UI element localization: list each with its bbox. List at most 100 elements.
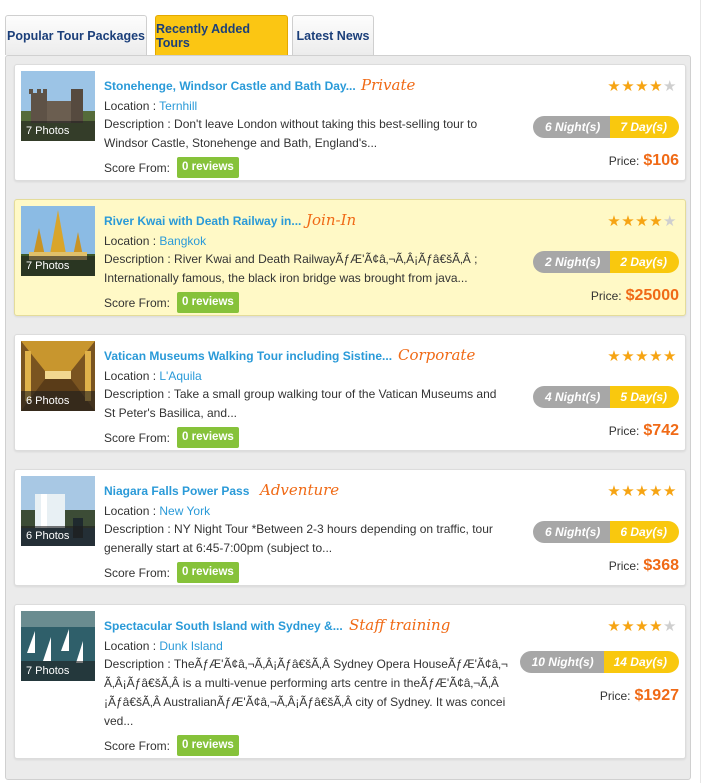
tour-title-link[interactable]: Niagara Falls Power Pass	[104, 484, 249, 498]
nights-label: 2 Night(s)	[532, 251, 611, 273]
tour-category: Join-In	[306, 211, 357, 229]
tour-thumbnail[interactable]: 6 Photos	[21, 476, 95, 546]
tour-price: Price: $106	[608, 152, 679, 169]
score-label: Score From:	[104, 566, 171, 580]
location-link[interactable]: Dunk Island	[159, 639, 222, 653]
rating-stars: ★★★★★	[607, 212, 677, 230]
tab-popular-tour-packages[interactable]: Popular Tour Packages	[5, 15, 147, 55]
nights-label: 6 Night(s)	[532, 521, 611, 543]
score-label: Score From:	[104, 296, 171, 310]
location-link[interactable]: New York	[159, 504, 210, 518]
tour-thumbnail[interactable]: 7 Photos	[21, 611, 95, 681]
tour-category: Private	[361, 76, 416, 94]
tour-price: Price: $742	[608, 422, 679, 439]
duration-pill: 6 Night(s) 6 Day(s)	[532, 521, 679, 543]
price-value: $106	[643, 152, 679, 169]
location-link[interactable]: Ternhill	[159, 99, 197, 113]
star-filled-icon: ★	[621, 348, 636, 365]
star-filled-icon: ★	[621, 213, 636, 230]
star-empty-icon: ★	[663, 213, 677, 230]
star-filled-icon: ★	[663, 483, 677, 500]
price-value: $742	[643, 422, 679, 439]
star-filled-icon: ★	[663, 348, 677, 365]
star-filled-icon: ★	[607, 483, 622, 500]
days-label: 14 Day(s)	[603, 651, 679, 673]
location-link[interactable]: L'Aquila	[159, 369, 201, 383]
tour-description: Description : TheÃƒÆ'Ã¢â‚¬Ã‚Â¡Ãƒâ€šÃ‚Â S…	[104, 657, 508, 728]
days-label: 7 Day(s)	[610, 116, 679, 138]
score-label: Score From:	[104, 431, 171, 445]
photo-count: 6 Photos	[21, 526, 95, 546]
tour-location: Location : Bangkok	[104, 234, 207, 248]
rating-stars: ★★★★★	[607, 77, 677, 95]
star-filled-icon: ★	[649, 618, 664, 635]
star-filled-icon: ★	[635, 78, 650, 95]
duration-pill: 10 Night(s) 14 Day(s)	[519, 651, 679, 673]
star-filled-icon: ★	[621, 483, 636, 500]
tour-description: Description : River Kwai and Death Railw…	[104, 252, 478, 285]
tour-description: Description : Take a small group walking…	[104, 387, 497, 420]
days-label: 5 Day(s)	[610, 386, 679, 408]
star-filled-icon: ★	[607, 78, 622, 95]
star-empty-icon: ★	[663, 618, 677, 635]
tour-price: Price: $1927	[599, 687, 680, 704]
tour-thumbnail[interactable]: 6 Photos	[21, 341, 95, 411]
star-filled-icon: ★	[621, 618, 636, 635]
location-link[interactable]: Bangkok	[159, 234, 206, 248]
tour-card: 7 Photos River Kwai with Death Railway i…	[14, 199, 686, 316]
rating-stars: ★★★★★	[607, 347, 677, 365]
tour-thumbnail[interactable]: 7 Photos	[21, 206, 95, 276]
tour-location: Location : Dunk Island	[104, 639, 223, 653]
score-label: Score From:	[104, 161, 171, 175]
reviews-badge[interactable]: 0 reviews	[177, 427, 239, 448]
days-label: 2 Day(s)	[610, 251, 679, 273]
reviews-badge[interactable]: 0 reviews	[177, 735, 239, 756]
photo-count: 7 Photos	[21, 256, 95, 276]
star-filled-icon: ★	[635, 348, 650, 365]
star-filled-icon: ★	[649, 78, 664, 95]
tour-location: Location : L'Aquila	[104, 369, 202, 383]
tour-description: Description : NY Night Tour *Between 2-3…	[104, 522, 493, 555]
tour-card: 7 Photos Spectacular South Island with S…	[14, 604, 686, 759]
duration-pill: 4 Night(s) 5 Day(s)	[532, 386, 679, 408]
score-label: Score From:	[104, 739, 171, 753]
tour-category: Staff training	[349, 616, 451, 634]
tour-title-link[interactable]: Stonehenge, Windsor Castle and Bath Day.…	[104, 79, 356, 93]
tour-card: 6 Photos Vatican Museums Walking Tour in…	[14, 334, 686, 451]
star-filled-icon: ★	[635, 213, 650, 230]
tour-list-panel: 7 Photos Stonehenge, Windsor Castle and …	[5, 55, 691, 780]
photo-count: 7 Photos	[21, 661, 95, 681]
tour-thumbnail[interactable]: 7 Photos	[21, 71, 95, 141]
star-filled-icon: ★	[649, 348, 664, 365]
reviews-badge[interactable]: 0 reviews	[177, 157, 239, 178]
days-label: 6 Day(s)	[610, 521, 679, 543]
tour-category: Corporate	[398, 346, 476, 364]
duration-pill: 2 Night(s) 2 Day(s)	[532, 251, 679, 273]
tab-latest-news[interactable]: Latest News	[292, 15, 374, 55]
reviews-badge[interactable]: 0 reviews	[177, 292, 239, 313]
duration-pill: 6 Night(s) 7 Day(s)	[532, 116, 679, 138]
rating-stars: ★★★★★	[607, 482, 677, 500]
tour-location: Location : New York	[104, 504, 211, 518]
price-value: $368	[643, 557, 679, 574]
star-filled-icon: ★	[607, 348, 622, 365]
star-filled-icon: ★	[649, 213, 664, 230]
tour-card: 6 Photos Niagara Falls Power Pass Advent…	[14, 469, 686, 586]
nights-label: 6 Night(s)	[532, 116, 611, 138]
tour-price: Price: $368	[608, 557, 679, 574]
price-value: $1927	[634, 687, 680, 704]
rating-stars: ★★★★★	[607, 617, 677, 635]
star-filled-icon: ★	[607, 618, 622, 635]
tab-recently-added-tours[interactable]: Recently Added Tours	[155, 15, 288, 56]
tour-price: Price: $25000	[590, 287, 679, 304]
tour-card: 7 Photos Stonehenge, Windsor Castle and …	[14, 64, 686, 181]
tour-title-link[interactable]: River Kwai with Death Railway in...	[104, 214, 301, 228]
tour-title-link[interactable]: Vatican Museums Walking Tour including S…	[104, 349, 392, 363]
photo-count: 7 Photos	[21, 121, 95, 141]
tour-description: Description : Don't leave London without…	[104, 117, 478, 150]
reviews-badge[interactable]: 0 reviews	[177, 562, 239, 583]
star-filled-icon: ★	[621, 78, 636, 95]
tour-title-link[interactable]: Spectacular South Island with Sydney &..…	[104, 619, 343, 633]
price-value: $25000	[625, 287, 679, 304]
star-empty-icon: ★	[663, 78, 677, 95]
